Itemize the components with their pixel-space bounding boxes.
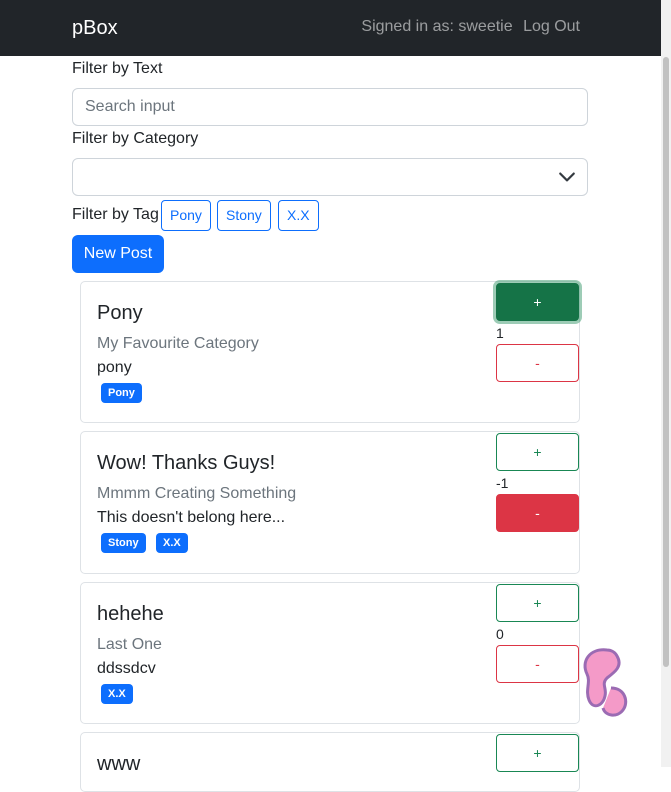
post-tags: Pony [101,383,148,403]
post-tags: X.X [101,684,139,704]
post-title: Wow! Thanks Guys! [97,452,276,474]
upvote-button[interactable]: + [496,283,579,321]
category-select[interactable] [72,158,588,196]
downvote-button[interactable]: - [496,645,579,683]
upvote-button[interactable]: + [496,433,579,471]
tag-filter-stony[interactable]: Stony [217,200,271,231]
logout-link[interactable]: Log Out [523,18,580,35]
scrollbar-thumb[interactable] [663,57,669,667]
post-score: 0 [496,626,504,642]
post-category: Last One [97,636,162,653]
tag-badge: Pony [101,383,142,403]
upvote-button[interactable]: + [496,584,579,622]
post-score: -1 [496,475,509,491]
post-category: My Favourite Category [97,335,259,352]
filter-category-label: Filter by Category [72,130,199,147]
post-text: pony [97,359,132,376]
tag-badge: X.X [156,533,188,553]
downvote-button[interactable]: - [496,344,579,382]
post-card: Pony My Favourite Category pony Pony + 1… [80,281,580,423]
scrollbar[interactable] [661,0,671,767]
new-post-button[interactable]: New Post [72,235,164,273]
post-card: Wow! Thanks Guys! Mmmm Creating Somethin… [80,431,580,574]
pony-mascot-icon [583,648,628,717]
filter-text-label: Filter by Text [72,60,163,77]
post-category: Mmmm Creating Something [97,485,297,502]
post-score: 1 [496,325,504,341]
post-text: ddssdcv [97,660,156,677]
brand-logo[interactable]: pBox [72,17,118,40]
post-card: hehehe Last One ddssdcv X.X + 0 - [80,582,580,724]
post-tags: Stony X.X [101,533,194,553]
post-title: hehehe [97,603,164,625]
post-text: This doesn't belong here... [97,509,286,526]
search-input[interactable] [72,88,588,126]
signed-in-text: Signed in as: sweetie [361,18,513,35]
tag-filter-pony[interactable]: Pony [161,200,211,231]
nav-user-area: Signed in as: sweetie Log Out [355,18,580,36]
post-title: Pony [97,302,143,324]
downvote-button[interactable]: - [496,494,579,532]
post-title: www [97,753,141,775]
tag-filter-xx[interactable]: X.X [278,200,319,231]
upvote-button[interactable]: + [496,734,579,772]
tag-badge: X.X [101,684,133,704]
chevron-down-icon [559,172,575,182]
post-card: www + [80,732,580,792]
navbar: pBox Signed in as: sweetie Log Out [0,0,661,56]
tag-badge: Stony [101,533,146,553]
filter-tag-label: Filter by Tag [72,206,159,223]
